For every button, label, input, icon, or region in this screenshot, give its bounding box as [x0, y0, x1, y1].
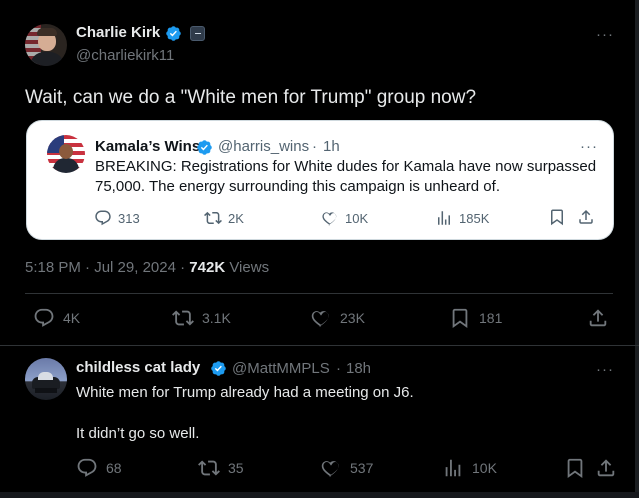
reply-author-handle[interactable]: @MattMMPLS — [232, 360, 330, 377]
bookmark-count: 181 — [479, 310, 503, 326]
verified-icon — [197, 140, 212, 155]
post-date[interactable]: Jul 29, 2024 — [94, 259, 176, 276]
like-icon — [311, 311, 329, 327]
meta-separator: · — [85, 259, 91, 276]
reply-repost-button[interactable]: 35 — [198, 457, 244, 479]
like-icon — [321, 461, 339, 477]
verified-icon — [166, 26, 181, 41]
bookmark-icon[interactable] — [548, 208, 566, 226]
views-label: Views — [229, 259, 270, 276]
like-button[interactable]: 23K — [310, 307, 365, 329]
reply-like-count: 537 — [350, 460, 374, 476]
affiliation-badge-icon[interactable] — [190, 26, 205, 41]
reply-icon — [77, 458, 97, 477]
reply-text-line-2: It didn’t go so well. — [76, 425, 200, 442]
reply-age[interactable]: 18h — [346, 360, 371, 377]
reply-icon — [95, 210, 111, 226]
repost-button[interactable]: 3.1K — [172, 307, 231, 329]
quoted-repost-count: 2K — [228, 210, 244, 226]
more-icon[interactable]: ··· — [596, 26, 614, 43]
quoted-text: BREAKING: Registrations for White dudes … — [95, 158, 597, 195]
repost-icon — [198, 460, 220, 476]
quoted-views-stat[interactable]: 185K — [435, 208, 489, 228]
views-icon — [445, 459, 461, 477]
like-icon — [322, 212, 337, 226]
views-count: 742K — [189, 259, 226, 276]
divider — [0, 345, 639, 346]
reply-text-line-1: White men for Trump already had a meetin… — [76, 384, 414, 401]
reply-separator: · — [336, 360, 341, 377]
like-count: 23K — [340, 310, 365, 326]
share-icon — [597, 459, 615, 477]
reply-views-button[interactable]: 10K — [442, 457, 497, 479]
quoted-views-count: 185K — [459, 210, 490, 226]
repost-icon — [204, 211, 222, 225]
share-icon[interactable] — [577, 208, 595, 226]
reply-author-name[interactable]: childless cat lady — [76, 359, 200, 376]
bottom-border — [0, 492, 639, 498]
repost-count: 3.1K — [202, 310, 231, 326]
reply-reply-button[interactable]: 68 — [76, 457, 122, 479]
meta-separator: · — [180, 259, 186, 276]
share-icon — [589, 309, 607, 327]
verified-icon — [211, 361, 226, 376]
reply-reply-count: 68 — [106, 460, 122, 476]
quoted-author-handle[interactable]: @harris_wins — [218, 138, 309, 155]
author-avatar[interactable] — [25, 24, 67, 66]
reply-button[interactable]: 4K — [33, 307, 80, 329]
reply-bookmark-button[interactable] — [564, 457, 586, 479]
bookmark-icon — [567, 458, 583, 479]
reply-like-button[interactable]: 537 — [320, 457, 373, 479]
post-text: Wait, can we do a "White men for Trump" … — [25, 87, 477, 108]
quoted-separator: · — [312, 138, 317, 155]
post-time[interactable]: 5:18 PM — [25, 259, 81, 276]
quoted-like-count: 10K — [345, 210, 369, 226]
reply-share-button[interactable] — [595, 457, 617, 479]
quoted-reply-stat[interactable]: 313 — [94, 208, 140, 228]
author-handle[interactable]: @charliekirk11 — [76, 47, 174, 64]
more-icon[interactable]: ··· — [596, 361, 614, 378]
reply-action-bar: 68 35 537 10K — [0, 457, 639, 485]
reply-views-count: 10K — [472, 460, 497, 476]
reply-author-avatar[interactable] — [25, 358, 67, 400]
share-button[interactable] — [587, 307, 609, 329]
bookmark-button[interactable]: 181 — [449, 307, 502, 329]
post-action-bar: 4K 3.1K 23K 181 — [0, 307, 639, 335]
tweet-thread: Charlie Kirk @charliekirk11 ··· Wait, ca… — [0, 0, 639, 498]
right-scroll-border — [635, 0, 639, 498]
quoted-like-stat[interactable]: 10K — [321, 208, 368, 228]
divider — [25, 293, 613, 294]
more-icon[interactable]: ··· — [580, 138, 598, 155]
bookmark-icon — [452, 308, 468, 329]
repost-icon — [172, 310, 194, 326]
author-name[interactable]: Charlie Kirk — [76, 24, 160, 41]
quoted-author-name[interactable]: Kamala’s Wins — [95, 138, 200, 155]
quoted-tweet-card[interactable]: Kamala’s Wins @harris_wins · 1h ··· BREA… — [26, 120, 614, 240]
views-icon — [438, 211, 450, 225]
quoted-reply-count: 313 — [118, 210, 140, 226]
reply-icon — [34, 308, 54, 327]
quoted-repost-stat[interactable]: 2K — [204, 208, 244, 228]
quoted-author-avatar[interactable] — [47, 135, 85, 173]
post-meta: 5:18 PM · Jul 29, 2024 · 742K Views — [25, 259, 269, 276]
quoted-stats: 313 2K 10K 185K — [27, 208, 615, 232]
reply-count: 4K — [63, 310, 81, 326]
reply-repost-count: 35 — [228, 460, 244, 476]
quoted-age[interactable]: 1h — [323, 138, 340, 155]
